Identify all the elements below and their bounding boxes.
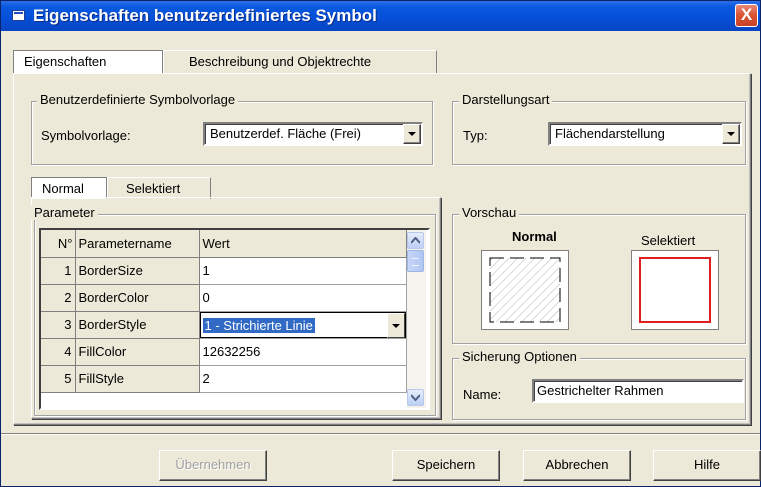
symbolvorlage-label: Symbolvorlage: [41, 128, 131, 143]
tab-eigenschaften-label: Eigenschaften [24, 54, 107, 69]
row-number: 3 [41, 311, 76, 339]
cancel-button[interactable]: Abbrechen [523, 450, 631, 481]
grid-scrollbar[interactable] [407, 230, 426, 408]
help-button[interactable]: Hilfe [653, 450, 761, 481]
row-number: 1 [41, 257, 76, 285]
subtab-normal-label: Normal [42, 181, 84, 196]
parameter-grid[interactable]: N° Parametername Wert 1 BorderSize 1 2 B… [39, 228, 430, 410]
table-row[interactable]: 1 BorderSize 1 [41, 257, 407, 285]
parameter-value[interactable]: 2 [199, 365, 407, 393]
window-app-icon [12, 10, 25, 21]
parameter-name: FillStyle [75, 365, 200, 393]
preview-normal-shape [489, 257, 561, 323]
symbolvorlage-group-label: Benutzerdefinierte Symbolvorlage [37, 92, 239, 107]
close-icon: X [740, 5, 753, 24]
preview-selected-shape [639, 257, 711, 323]
dialog-window: Eigenschaften benutzerdefiniertes Symbol… [0, 0, 761, 487]
save-button[interactable]: Speichern [392, 450, 500, 481]
vorschau-group-label: Vorschau [459, 205, 520, 220]
name-input-value: Gestrichelter Rahmen [537, 383, 664, 398]
symbolvorlage-value: Benutzerdef. Fläche (Frei) [210, 126, 362, 141]
typ-label: Typ: [463, 128, 488, 143]
name-input[interactable]: Gestrichelter Rahmen [532, 379, 744, 403]
parameter-table: N° Parametername Wert 1 BorderSize 1 2 B… [41, 230, 407, 393]
preview-selected-label: Selektiert [641, 233, 696, 248]
subtab-selektiert-label: Selektiert [126, 181, 181, 196]
column-header-n[interactable]: N° [41, 230, 76, 258]
scroll-up-button[interactable] [407, 232, 424, 249]
sicherung-group-label: Sicherung Optionen [459, 349, 580, 364]
typ-select[interactable]: Flächendarstellung [548, 122, 742, 146]
subtab-selektiert[interactable]: Selektiert [107, 177, 211, 199]
tab-beschreibung-label: Beschreibung und Objektrechte [189, 54, 372, 69]
preview-normal [481, 250, 569, 330]
parameter-name: BorderColor [75, 284, 200, 312]
symbolvorlage-select[interactable]: Benutzerdef. Fläche (Frei) [203, 122, 423, 146]
parameter-name: FillColor [75, 338, 200, 366]
preview-selected [631, 250, 719, 330]
parameter-group-label: Parameter [31, 205, 98, 220]
column-header-wert[interactable]: Wert [199, 230, 407, 258]
typ-value: Flächendarstellung [555, 126, 665, 141]
row-number: 4 [41, 338, 76, 366]
chevron-down-icon[interactable] [722, 124, 740, 144]
table-header-row: N° Parametername Wert [41, 230, 407, 258]
scroll-thumb[interactable] [407, 250, 424, 272]
parameter-value[interactable]: 1 [199, 257, 407, 285]
scroll-down-icon [411, 394, 420, 401]
name-label: Name: [463, 387, 502, 402]
table-row[interactable]: 2 BorderColor 0 [41, 284, 407, 312]
parameter-value[interactable]: 0 [199, 284, 407, 312]
scroll-up-icon [411, 237, 420, 244]
scroll-down-button[interactable] [407, 389, 424, 406]
subtab-normal[interactable]: Normal [31, 177, 107, 199]
title-bar[interactable]: Eigenschaften benutzerdefiniertes Symbol… [1, 1, 760, 31]
button-bar-separator [1, 433, 760, 435]
parameter-value-editor[interactable]: 1 - Strichierte Linie [199, 311, 407, 339]
apply-button[interactable]: Übernehmen [159, 450, 267, 481]
window-title: Eigenschaften benutzerdefiniertes Symbol [33, 6, 377, 25]
parameter-value[interactable]: 12632256 [199, 338, 407, 366]
preview-normal-label: Normal [512, 229, 557, 244]
parameter-name: BorderStyle [75, 311, 200, 339]
row-number: 2 [41, 284, 76, 312]
table-row[interactable]: 5 FillStyle 2 [41, 365, 407, 393]
parameter-name: BorderSize [75, 257, 200, 285]
chevron-down-icon[interactable] [386, 312, 405, 338]
borderstyle-selected-value: 1 - Strichierte Linie [202, 317, 315, 333]
tab-eigenschaften[interactable]: Eigenschaften [13, 50, 163, 74]
chevron-down-icon[interactable] [403, 124, 421, 144]
borderstyle-select[interactable]: 1 - Strichierte Linie [199, 311, 406, 338]
row-number: 5 [41, 365, 76, 393]
close-button[interactable]: X [735, 4, 758, 27]
darstellungsart-group-label: Darstellungsart [459, 92, 553, 107]
column-header-parametername[interactable]: Parametername [75, 230, 200, 258]
tab-beschreibung[interactable]: Beschreibung und Objektrechte [163, 50, 437, 74]
table-row[interactable]: 4 FillColor 12632256 [41, 338, 407, 366]
table-row[interactable]: 3 BorderStyle 1 - Strichierte Linie [41, 311, 407, 339]
